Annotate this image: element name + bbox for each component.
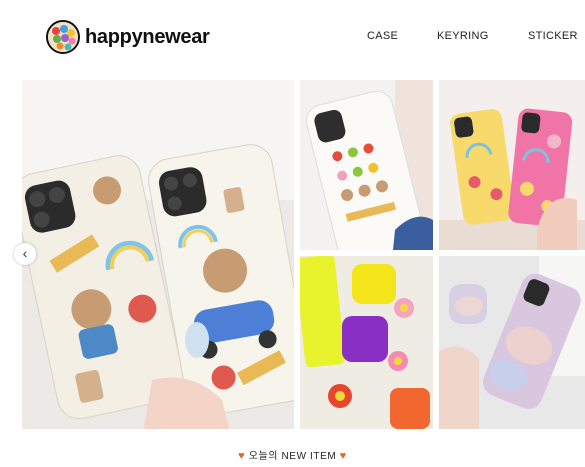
nav-item-case[interactable]: CASE (367, 30, 398, 42)
caption-text: 오늘의 NEW ITEM (248, 451, 337, 462)
gallery-image-colorful-cases[interactable] (439, 80, 585, 250)
heart-icon: ♥ (339, 450, 347, 462)
nav-item-keyring[interactable]: KEYRING (437, 30, 489, 42)
logo-mark-icon (46, 20, 80, 54)
logo-text: happynewear (85, 25, 210, 48)
gallery-image-marble-cases[interactable] (439, 256, 585, 429)
gallery-prev-arrow[interactable]: ‹ (14, 243, 36, 265)
site-header: happynewear CASE KEYRING STICKER (0, 0, 585, 76)
product-gallery (22, 80, 585, 429)
gallery-main-image[interactable] (22, 80, 294, 429)
section-caption: ♥ 오늘의 NEW ITEM ♥ (0, 447, 585, 462)
logo[interactable]: happynewear (46, 20, 210, 54)
gallery-image-keyrings[interactable] (300, 256, 433, 429)
heart-icon: ♥ (238, 450, 246, 462)
nav-item-sticker[interactable]: STICKER (528, 30, 578, 42)
gallery-image-white-case[interactable] (300, 80, 433, 250)
